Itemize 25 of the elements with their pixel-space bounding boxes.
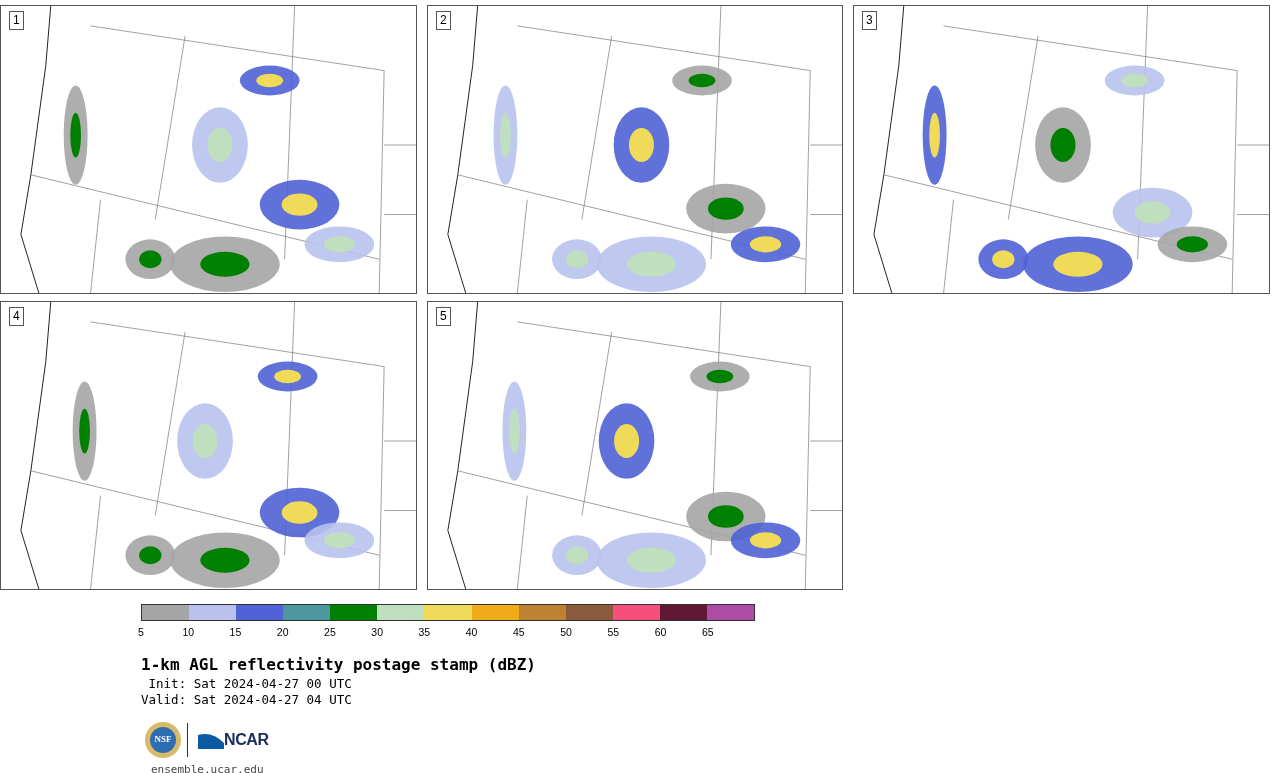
- panel-number: 3: [862, 11, 877, 30]
- tick-label: 55: [607, 626, 620, 638]
- tick-label: 10: [182, 626, 195, 638]
- tick-label: 30: [371, 626, 383, 638]
- panel-number: 4: [9, 307, 24, 326]
- wordmark-text: NCAR: [224, 730, 269, 750]
- panel-number: 1: [9, 11, 24, 30]
- tick-label: 15: [229, 626, 242, 638]
- valid-time: Valid: Sat 2024-04-27 04 UTC: [141, 692, 353, 708]
- chart-title: 1-km AGL reflectivity postage stamp (dBZ): [141, 656, 537, 674]
- tick-label: 25: [324, 626, 336, 638]
- tick-label: 50: [560, 626, 572, 638]
- site-address: ensemble.ucar.edu: [151, 762, 265, 773]
- init-time: Init: Sat 2024-04-27 00 UTC: [147, 676, 353, 692]
- tick-label: 40: [465, 626, 478, 638]
- seal-text: NSF: [154, 733, 172, 747]
- tick-label: 65: [701, 626, 714, 638]
- tick-label: 35: [418, 626, 431, 638]
- panel-number: 2: [436, 11, 451, 30]
- panel-number: 5: [436, 307, 451, 326]
- tick-label: 60: [654, 626, 667, 638]
- tick-label: 20: [276, 626, 289, 638]
- tick-label: 5: [138, 626, 144, 638]
- swoosh-icon: [198, 731, 224, 749]
- tick-label: 45: [513, 626, 525, 638]
